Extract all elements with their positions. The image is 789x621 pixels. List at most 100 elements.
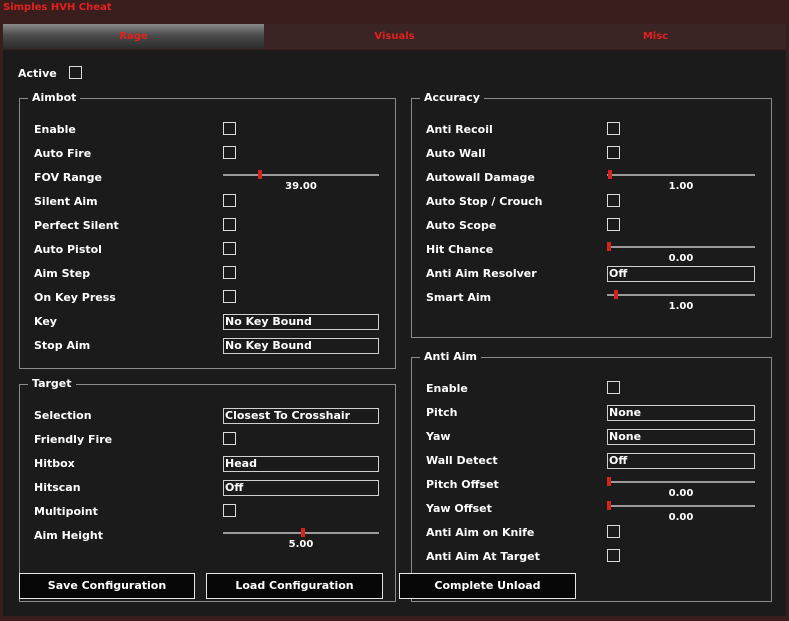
fov-range-label: FOV Range: [34, 171, 102, 184]
hit-chance-label: Hit Chance: [426, 243, 494, 256]
smart-aim-label: Smart Aim: [426, 291, 492, 304]
on-key-press-label: On Key Press: [34, 291, 116, 304]
anti-aim-on-knife-label: Anti Aim on Knife: [426, 526, 535, 539]
aim-height-slider[interactable]: [223, 526, 379, 540]
load-configuration-button[interactable]: Load Configuration: [206, 573, 383, 599]
yaw-label: Yaw: [426, 430, 451, 443]
auto-pistol-label: Auto Pistol: [34, 243, 102, 256]
on-key-press-checkbox[interactable]: [223, 290, 236, 303]
complete-unload-button[interactable]: Complete Unload: [399, 573, 576, 599]
auto-fire-checkbox[interactable]: [223, 146, 236, 159]
wall-detect-dropdown[interactable]: Off: [607, 453, 755, 469]
pitch-offset-label: Pitch Offset: [426, 478, 499, 491]
friendly-fire-label: Friendly Fire: [34, 433, 113, 446]
hitbox-label: Hitbox: [34, 457, 75, 470]
anti-aim-enable-label: Enable: [426, 382, 468, 395]
pitch-label: Pitch: [426, 406, 458, 419]
smart-aim-slider-handle[interactable]: [614, 290, 618, 299]
multipoint-checkbox[interactable]: [223, 504, 236, 517]
fov-range-slider-track: [223, 174, 379, 176]
auto-stop-label: Auto Stop / Crouch: [426, 195, 543, 208]
pitch-dropdown[interactable]: None: [607, 405, 755, 421]
stop-aim-bind-field[interactable]: No Key Bound: [223, 338, 379, 354]
anti-aim-at-target-label: Anti Aim At Target: [426, 550, 540, 563]
title-bar: Simples HVH Cheat: [0, 0, 789, 21]
hit-chance-value: 0.00: [668, 253, 694, 264]
yaw-dropdown[interactable]: None: [607, 429, 755, 445]
autowall-damage-label: Autowall Damage: [426, 171, 535, 184]
auto-wall-label: Auto Wall: [426, 147, 486, 160]
aimbot-enable-label: Enable: [34, 123, 76, 136]
multipoint-label: Multipoint: [34, 505, 98, 518]
anti-aim-group-title: Anti Aim: [420, 350, 481, 363]
hitscan-dropdown[interactable]: Off: [223, 480, 379, 496]
pitch-offset-slider[interactable]: [607, 475, 755, 489]
active-checkbox[interactable]: [69, 66, 82, 79]
anti-recoil-label: Anti Recoil: [426, 123, 493, 136]
autowall-damage-slider-track: [607, 174, 755, 176]
tab-visuals[interactable]: Visuals: [264, 24, 525, 49]
yaw-offset-label: Yaw Offset: [426, 502, 492, 515]
selection-dropdown[interactable]: Closest To Crosshair: [223, 408, 379, 424]
yaw-offset-slider-track: [607, 505, 755, 507]
rage-panel: Active Aimbot Enable Auto Fire FOV Range…: [3, 50, 786, 616]
aimbot-enable-checkbox[interactable]: [223, 122, 236, 135]
tab-bar: Rage Visuals Misc: [3, 24, 786, 49]
window-title: Simples HVH Cheat: [3, 2, 112, 13]
anti-aim-enable-checkbox[interactable]: [607, 381, 620, 394]
auto-fire-label: Auto Fire: [34, 147, 92, 160]
autowall-damage-slider-handle[interactable]: [608, 170, 612, 179]
anti-aim-resolver-label: Anti Aim Resolver: [426, 267, 537, 280]
target-group-title: Target: [28, 377, 76, 390]
silent-aim-checkbox[interactable]: [223, 194, 236, 207]
hit-chance-slider-track: [607, 246, 755, 248]
aim-step-label: Aim Step: [34, 267, 91, 280]
fov-range-slider-handle[interactable]: [258, 170, 262, 179]
autowall-damage-value: 1.00: [668, 181, 694, 192]
friendly-fire-checkbox[interactable]: [223, 432, 236, 445]
smart-aim-slider[interactable]: [607, 288, 755, 302]
save-configuration-button[interactable]: Save Configuration: [19, 573, 195, 599]
auto-wall-checkbox[interactable]: [607, 146, 620, 159]
hitbox-dropdown[interactable]: Head: [223, 456, 379, 472]
perfect-silent-checkbox[interactable]: [223, 218, 236, 231]
pitch-offset-slider-handle[interactable]: [607, 477, 611, 486]
yaw-offset-value: 0.00: [668, 512, 694, 523]
active-label: Active: [18, 67, 57, 80]
smart-aim-slider-track: [607, 294, 755, 296]
tab-rage[interactable]: Rage: [3, 24, 264, 49]
anti-aim-on-knife-checkbox[interactable]: [607, 525, 620, 538]
autowall-damage-slider[interactable]: [607, 168, 755, 182]
aimbot-group-title: Aimbot: [28, 91, 81, 104]
aim-height-slider-handle[interactable]: [301, 528, 305, 537]
anti-aim-resolver-dropdown[interactable]: Off: [607, 266, 755, 282]
fov-range-value: 39.00: [285, 181, 317, 192]
yaw-offset-slider[interactable]: [607, 499, 755, 513]
wall-detect-label: Wall Detect: [426, 454, 498, 467]
pitch-offset-value: 0.00: [668, 488, 694, 499]
smart-aim-value: 1.00: [668, 301, 694, 312]
hit-chance-slider-handle[interactable]: [607, 242, 611, 251]
hit-chance-slider[interactable]: [607, 240, 755, 254]
yaw-offset-slider-handle[interactable]: [607, 501, 611, 510]
accuracy-group-title: Accuracy: [420, 91, 484, 104]
anti-aim-at-target-checkbox[interactable]: [607, 549, 620, 562]
aim-step-checkbox[interactable]: [223, 266, 236, 279]
auto-stop-checkbox[interactable]: [607, 194, 620, 207]
silent-aim-label: Silent Aim: [34, 195, 98, 208]
hitscan-label: Hitscan: [34, 481, 81, 494]
auto-scope-label: Auto Scope: [426, 219, 497, 232]
aim-height-label: Aim Height: [34, 529, 103, 542]
selection-label: Selection: [34, 409, 92, 422]
key-label: Key: [34, 315, 57, 328]
key-bind-field[interactable]: No Key Bound: [223, 314, 379, 330]
auto-scope-checkbox[interactable]: [607, 218, 620, 231]
stop-aim-label: Stop Aim: [34, 339, 91, 352]
perfect-silent-label: Perfect Silent: [34, 219, 119, 232]
pitch-offset-slider-track: [607, 481, 755, 483]
tab-misc[interactable]: Misc: [525, 24, 786, 49]
aim-height-value: 5.00: [288, 539, 314, 550]
fov-range-slider[interactable]: [223, 168, 379, 182]
anti-recoil-checkbox[interactable]: [607, 122, 620, 135]
auto-pistol-checkbox[interactable]: [223, 242, 236, 255]
